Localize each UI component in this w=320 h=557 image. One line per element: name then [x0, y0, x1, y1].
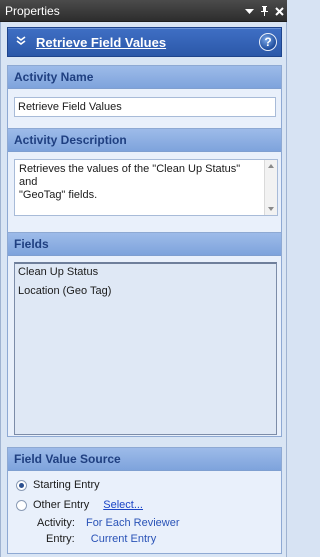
properties-title-bar: Properties: [0, 0, 287, 22]
activity-description-panel: Activity Description Retrieves the value…: [7, 128, 282, 246]
list-item[interactable]: Clean Up Status: [15, 264, 276, 283]
window-controls: [243, 0, 285, 22]
collapse-chevron-icon[interactable]: [15, 35, 29, 49]
starting-entry-label: Starting Entry: [33, 479, 100, 491]
select-link[interactable]: Select...: [103, 499, 143, 511]
other-entry-radio[interactable]: [16, 499, 27, 511]
window-title: Properties: [5, 4, 60, 18]
field-value-source-heading: Field Value Source: [8, 448, 281, 471]
field-value-source-panel: Field Value Source Starting Entry Other …: [7, 447, 282, 554]
help-icon[interactable]: ?: [259, 33, 277, 51]
other-entry-option[interactable]: Other Entry Select...: [16, 499, 143, 511]
activity-name-input[interactable]: Retrieve Field Values: [14, 97, 276, 117]
fields-heading: Fields: [8, 233, 281, 256]
properties-content: Retrieve Field Values ? Activity Name Re…: [0, 22, 287, 557]
description-line-1: Retrieves the values of the "Clean Up St…: [19, 163, 241, 188]
starting-entry-radio[interactable]: [16, 479, 27, 491]
list-item[interactable]: Location (Geo Tag): [15, 283, 276, 302]
scroll-up-icon[interactable]: [268, 164, 274, 168]
fields-panel: Fields Clean Up Status Location (Geo Tag…: [7, 232, 282, 437]
close-icon[interactable]: [273, 4, 285, 18]
fields-listbox[interactable]: Clean Up Status Location (Geo Tag): [14, 262, 277, 435]
description-scrollbar[interactable]: [264, 160, 277, 215]
other-entry-label: Other Entry: [33, 499, 90, 511]
activity-header-title[interactable]: Retrieve Field Values: [36, 35, 166, 51]
activity-name-heading: Activity Name: [8, 66, 281, 89]
entry-row: Entry: Current Entry: [46, 533, 156, 545]
chevron-down-icon[interactable]: [243, 4, 255, 18]
scroll-down-icon[interactable]: [268, 207, 274, 211]
activity-row: Activity: For Each Reviewer: [37, 517, 180, 529]
activity-description-textarea[interactable]: Retrieves the values of the "Clean Up St…: [14, 159, 278, 216]
activity-label: Activity:: [37, 517, 75, 529]
entry-label: Entry:: [46, 533, 75, 545]
starting-entry-option[interactable]: Starting Entry: [16, 479, 100, 491]
activity-description-heading: Activity Description: [8, 129, 281, 152]
entry-value: Current Entry: [90, 533, 157, 545]
activity-value: For Each Reviewer: [85, 517, 180, 529]
pin-icon[interactable]: [258, 4, 270, 18]
description-line-2: "GeoTag" fields.: [19, 189, 98, 201]
activity-header: Retrieve Field Values ?: [7, 27, 282, 57]
